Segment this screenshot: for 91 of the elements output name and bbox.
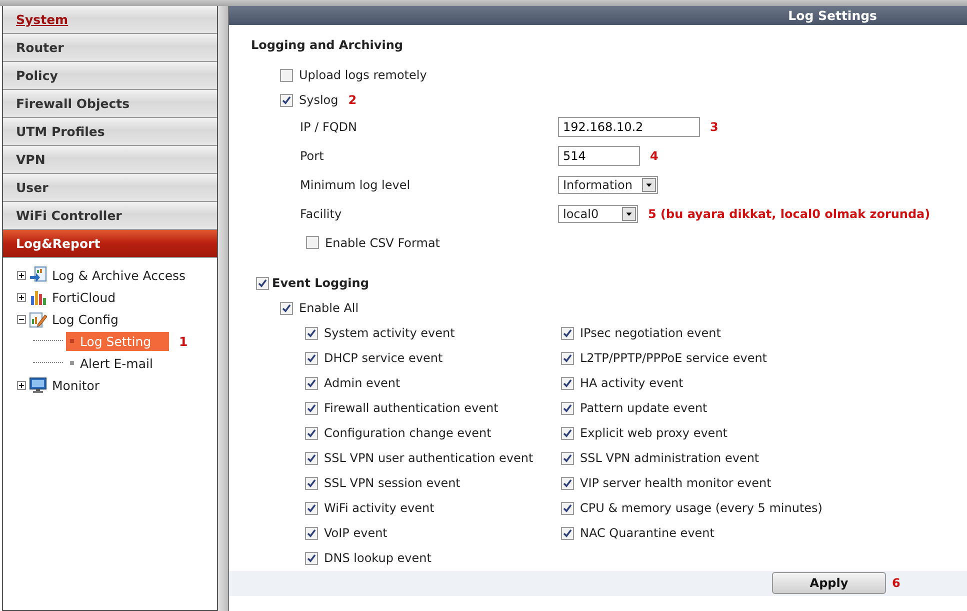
- checkbox-label: Admin event: [324, 376, 400, 390]
- expander-icon[interactable]: [17, 380, 26, 390]
- checkbox-label: VoIP event: [324, 526, 388, 540]
- checkbox[interactable]: [561, 402, 574, 415]
- annotation-number: 6: [892, 576, 900, 590]
- annotation-number: 1: [179, 334, 188, 348]
- dropdown[interactable]: Information: [558, 176, 658, 194]
- checkbox-label: Explicit web proxy event: [580, 426, 728, 440]
- checkbox-label: VIP server health monitor event: [580, 476, 772, 490]
- checkbox[interactable]: [305, 402, 318, 415]
- field-label: Port: [300, 149, 325, 164]
- report-icon: [29, 266, 47, 284]
- menu-item[interactable]: Router: [3, 34, 217, 62]
- annotation-text: 5 (bu ayara dikkat, local0 olmak zorunda): [648, 207, 930, 222]
- checkbox[interactable]: [305, 552, 318, 565]
- checkbox-label: WiFi activity event: [324, 501, 434, 516]
- tree-item[interactable]: Log & Archive Access: [50, 268, 186, 282]
- dropdown[interactable]: local0: [558, 205, 638, 224]
- field-label: IP / FQDN: [300, 120, 358, 134]
- checkbox[interactable]: [280, 68, 293, 82]
- checkbox-label: Syslog: [299, 93, 338, 108]
- checkbox[interactable]: [256, 276, 269, 290]
- annotation-text: 4: [650, 149, 658, 164]
- menu-item[interactable]: WiFi Controller: [3, 202, 217, 230]
- bullet-icon: [70, 361, 74, 365]
- checkbox[interactable]: [305, 502, 318, 515]
- menu-item[interactable]: Log&Report: [3, 230, 217, 258]
- tree-item[interactable]: FortiCloud: [50, 290, 116, 304]
- checkbox-label: System activity event: [324, 326, 455, 340]
- checkbox[interactable]: [306, 236, 319, 250]
- checkbox[interactable]: [280, 302, 293, 315]
- annotation-number: 2: [348, 93, 357, 108]
- checkbox-label: Enable CSV Format: [325, 236, 440, 250]
- menu-item[interactable]: UTM Profiles: [3, 118, 217, 146]
- panel-title: Log Settings: [788, 8, 877, 23]
- checkbox-label: IPsec negotiation event: [580, 326, 721, 340]
- checkbox[interactable]: [561, 326, 574, 340]
- caret-icon: [622, 207, 636, 222]
- menu-item[interactable]: Firewall Objects: [3, 90, 217, 118]
- section-heading: Event Logging: [272, 276, 369, 290]
- checkbox[interactable]: [561, 476, 574, 490]
- checkbox[interactable]: [561, 376, 574, 390]
- checkbox[interactable]: [280, 94, 293, 107]
- checkbox[interactable]: [305, 476, 318, 490]
- bar-chart-icon: [29, 288, 47, 306]
- menu-item[interactable]: User: [3, 174, 217, 202]
- checkbox-label: CPU & memory usage (every 5 minutes): [580, 501, 822, 516]
- checkbox-label: Configuration change event: [324, 426, 492, 440]
- expander-icon[interactable]: [17, 270, 26, 280]
- checkbox[interactable]: [305, 326, 318, 340]
- checkbox-label: Pattern update event: [580, 401, 708, 416]
- section-heading: Logging and Archiving: [251, 38, 404, 54]
- caret-icon: [642, 178, 656, 192]
- checkbox-label: SSL VPN session event: [324, 476, 460, 490]
- edit-icon: [29, 310, 47, 328]
- checkbox-label: SSL VPN user authentication event: [324, 451, 534, 466]
- checkbox[interactable]: [305, 526, 318, 540]
- checkbox[interactable]: [305, 352, 318, 365]
- input-field[interactable]: 514: [558, 146, 640, 166]
- checkbox[interactable]: [305, 376, 318, 390]
- checkbox-label: DHCP service event: [324, 351, 443, 366]
- checkbox-label: DNS lookup event: [324, 551, 432, 566]
- checkbox[interactable]: [561, 452, 574, 465]
- field-label: Facility: [300, 207, 343, 222]
- menu-item[interactable]: System: [3, 6, 217, 34]
- expander-icon[interactable]: [17, 292, 26, 302]
- checkbox-label: Firewall authentication event: [324, 401, 498, 416]
- tree-item[interactable]: Alert E-mail: [66, 354, 157, 372]
- checkbox[interactable]: [305, 452, 318, 465]
- menu-item[interactable]: VPN: [3, 146, 217, 174]
- annotation-text: 3: [710, 120, 718, 134]
- checkbox-label: NAC Quarantine event: [580, 526, 714, 540]
- tree-item[interactable]: Log Config: [50, 312, 118, 326]
- checkbox[interactable]: [561, 352, 574, 365]
- bullet-icon: [70, 339, 74, 343]
- checkbox[interactable]: [305, 426, 318, 440]
- input-field[interactable]: 192.168.10.2: [558, 117, 700, 138]
- apply-button[interactable]: Apply: [772, 572, 886, 594]
- checkbox-label: Enable All: [299, 301, 359, 316]
- monitor-icon: [29, 376, 47, 394]
- tree-item[interactable]: Monitor: [50, 378, 100, 392]
- checkbox[interactable]: [561, 502, 574, 515]
- expander-icon[interactable]: [17, 314, 26, 324]
- checkbox-label: HA activity event: [580, 376, 684, 390]
- checkbox-label: SSL VPN administration event: [580, 451, 760, 466]
- field-label: Minimum log level: [300, 178, 412, 192]
- checkbox-label: Upload logs remotely: [299, 68, 427, 82]
- checkbox-label: L2TP/PPTP/PPPoE service event: [580, 351, 768, 366]
- menu-item[interactable]: Policy: [3, 62, 217, 90]
- checkbox[interactable]: [561, 426, 574, 440]
- checkbox[interactable]: [561, 526, 574, 540]
